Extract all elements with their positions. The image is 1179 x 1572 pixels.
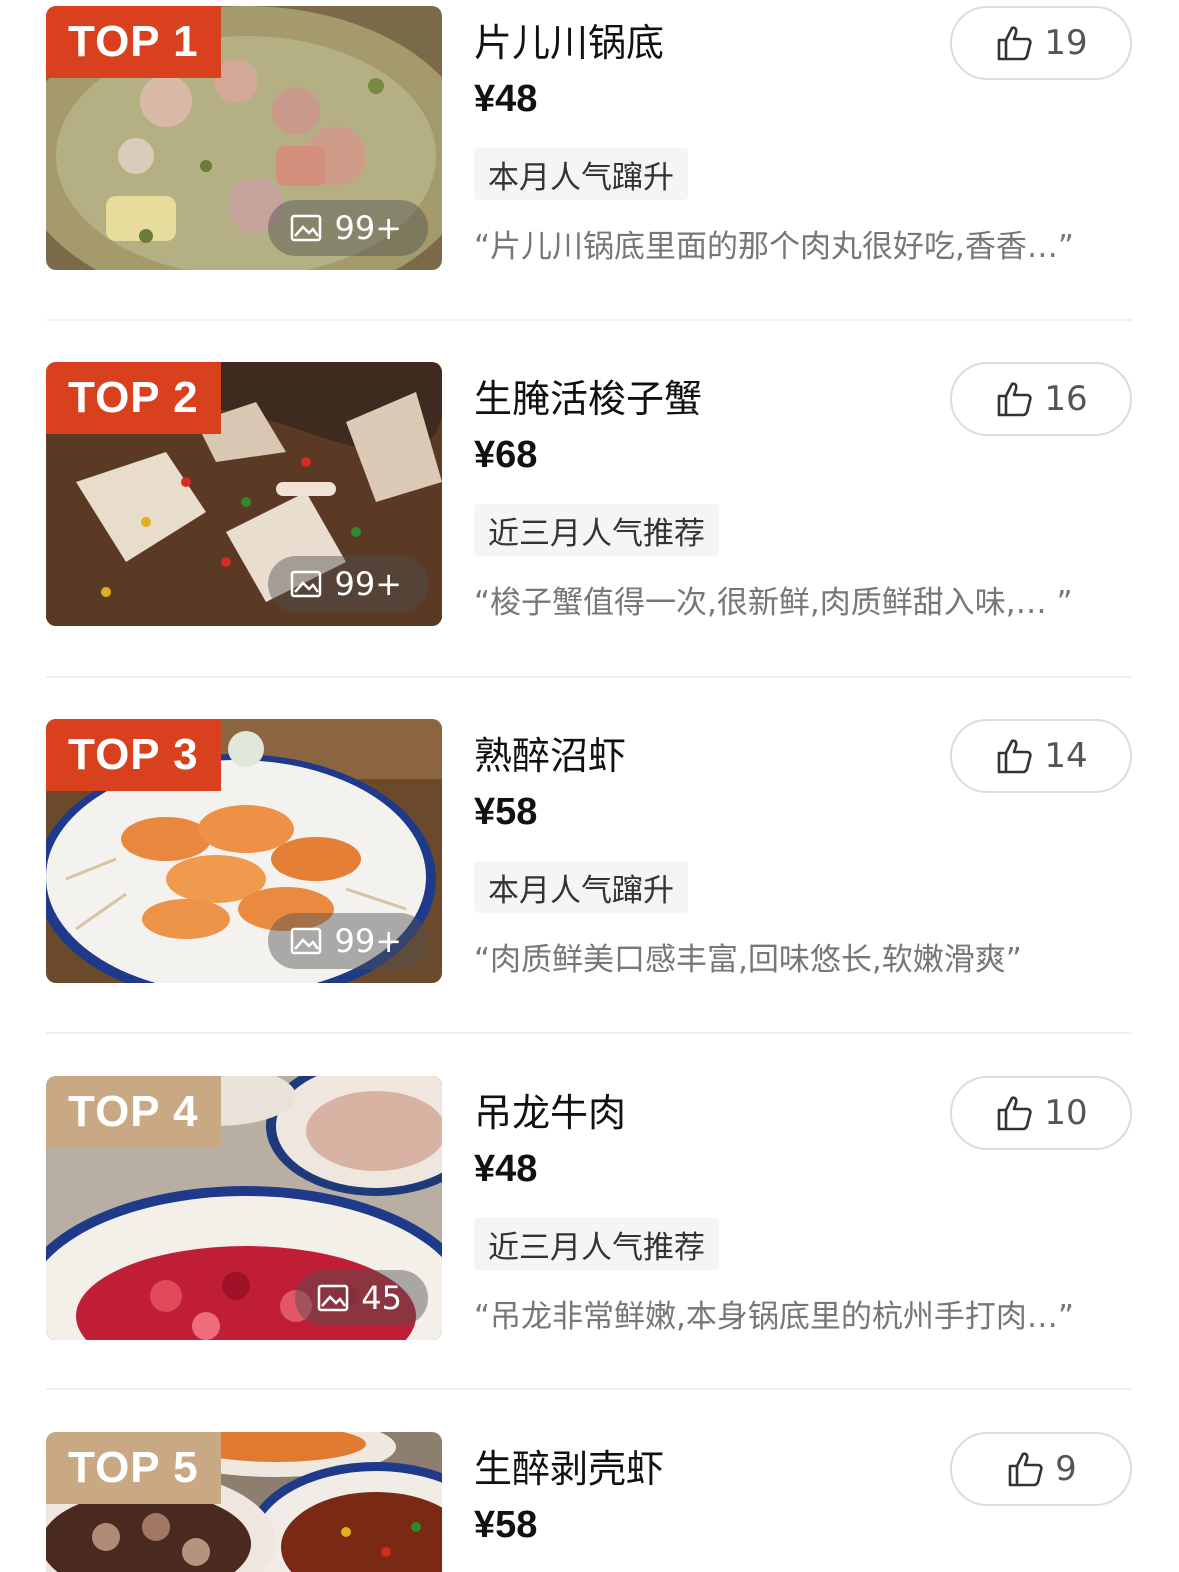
dish-name[interactable]: 生醉剥壳虾	[474, 1438, 664, 1493]
dish-name[interactable]: 生腌活梭子蟹	[474, 368, 702, 423]
divider	[46, 676, 1132, 678]
rank-badge: TOP 2	[46, 362, 221, 434]
dish-item-5[interactable]: TOP 5 生醉剥壳虾 ¥58 9	[46, 1432, 1132, 1572]
dish-item-4[interactable]: TOP 4 45 吊龙牛肉 ¥48 近三月人气推荐 “吊龙非常鲜嫩,本身锅底里的…	[46, 1076, 1132, 1342]
dish-name[interactable]: 吊龙牛肉	[474, 1082, 626, 1137]
dish-photo[interactable]: TOP 2 99+	[46, 362, 442, 626]
like-button[interactable]: 16	[950, 362, 1132, 436]
dish-item-2[interactable]: TOP 2 99+ 生腌活梭子蟹 ¥68 近三月人气推荐 “梭子蟹值得一次,很新…	[46, 362, 1132, 628]
dish-price: ¥48	[474, 78, 538, 120]
review-snippet[interactable]: “梭子蟹值得一次,很新鲜,肉质鲜甜入味,… ”	[474, 577, 1134, 622]
dish-photo[interactable]: TOP 1 99+	[46, 6, 442, 270]
photo-count-label: 99+	[334, 209, 402, 247]
rank-badge: TOP 5	[46, 1432, 221, 1504]
popularity-tag: 本月人气蹿升	[474, 148, 688, 200]
image-icon	[291, 570, 322, 598]
popularity-tag: 本月人气蹿升	[474, 861, 688, 913]
thumbs-up-icon	[998, 382, 1033, 417]
dish-photo[interactable]: TOP 4 45	[46, 1076, 442, 1340]
thumbs-up-icon	[998, 739, 1033, 774]
review-snippet[interactable]: “片儿川锅底里面的那个肉丸很好吃,香香…”	[474, 221, 1134, 266]
dish-price: ¥58	[474, 791, 538, 833]
like-button[interactable]: 14	[950, 719, 1132, 793]
dish-price: ¥48	[474, 1148, 538, 1190]
photo-count-badge[interactable]: 99+	[268, 200, 428, 256]
like-button[interactable]: 19	[950, 6, 1132, 80]
photo-count-label: 99+	[334, 565, 402, 603]
divider	[46, 319, 1132, 321]
image-icon	[318, 1284, 349, 1312]
like-count: 10	[1044, 1093, 1088, 1133]
image-icon	[291, 214, 322, 242]
photo-count-badge[interactable]: 99+	[268, 913, 428, 969]
dish-photo[interactable]: TOP 3 99+	[46, 719, 442, 983]
photo-count-label: 99+	[334, 922, 402, 960]
like-count: 14	[1044, 736, 1088, 776]
review-snippet[interactable]: “吊龙非常鲜嫩,本身锅底里的杭州手打肉…”	[474, 1291, 1134, 1336]
dish-photo[interactable]: TOP 5	[46, 1432, 442, 1572]
dish-price: ¥68	[474, 434, 538, 476]
divider	[46, 1388, 1132, 1390]
photo-count-badge[interactable]: 99+	[268, 556, 428, 612]
thumbs-up-icon	[1008, 1452, 1043, 1487]
dish-name[interactable]: 熟醉沼虾	[474, 725, 626, 780]
rank-badge: TOP 3	[46, 719, 221, 791]
photo-count-label: 45	[361, 1279, 402, 1317]
like-count: 19	[1044, 23, 1088, 63]
rank-badge: TOP 4	[46, 1076, 221, 1148]
dish-name[interactable]: 片儿川锅底	[474, 12, 664, 67]
divider	[46, 1032, 1132, 1034]
dish-item-1[interactable]: TOP 1 99+ 片儿川锅底 ¥48 本月人气蹿升 “片儿川锅底里面的那个肉丸…	[46, 6, 1132, 272]
dish-price: ¥58	[474, 1504, 538, 1546]
like-button[interactable]: 9	[950, 1432, 1132, 1506]
like-count: 9	[1055, 1449, 1077, 1489]
dish-item-3[interactable]: TOP 3 99+ 熟醉沼虾 ¥58 本月人气蹿升 “肉质鲜美口感丰富,回味悠长…	[46, 719, 1132, 985]
thumbs-up-icon	[998, 1096, 1033, 1131]
photo-count-badge[interactable]: 45	[295, 1270, 428, 1326]
popularity-tag: 近三月人气推荐	[474, 504, 719, 556]
popularity-tag: 近三月人气推荐	[474, 1218, 719, 1270]
like-button[interactable]: 10	[950, 1076, 1132, 1150]
like-count: 16	[1044, 379, 1088, 419]
review-snippet[interactable]: “肉质鲜美口感丰富,回味悠长,软嫩滑爽”	[474, 934, 1134, 979]
image-icon	[291, 927, 322, 955]
thumbs-up-icon	[998, 26, 1033, 61]
rank-badge: TOP 1	[46, 6, 221, 78]
